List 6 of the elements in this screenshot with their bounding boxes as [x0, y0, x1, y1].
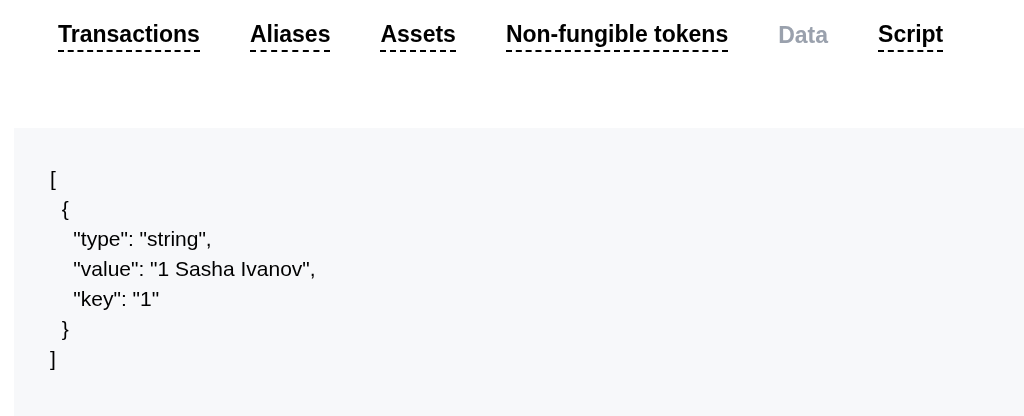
json-data: [ { "type": "string", "value": "1 Sasha Ivanov", "key": "1" } ]	[50, 166, 317, 372]
tab[interactable]: Aliases	[249, 18, 331, 52]
tab[interactable]: Non-fungible tokens	[505, 18, 729, 52]
tab[interactable]: Transactions	[58, 18, 200, 52]
tab[interactable]: Assets	[380, 18, 456, 52]
tab[interactable]: Script	[878, 18, 944, 52]
